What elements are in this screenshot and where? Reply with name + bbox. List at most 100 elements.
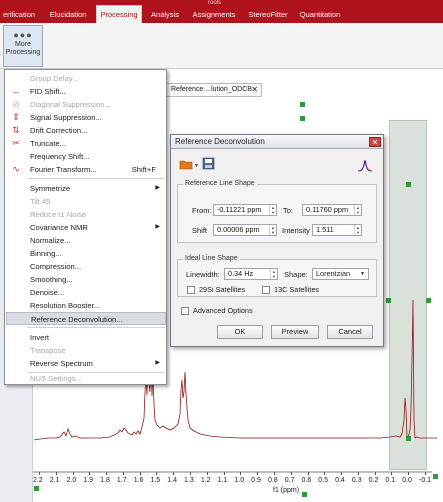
axis-handle-bottom[interactable] bbox=[302, 492, 307, 497]
band-handle-right[interactable] bbox=[426, 298, 431, 303]
truncate-icon: ✂ bbox=[12, 138, 20, 148]
menu-separator bbox=[27, 327, 165, 328]
menu-item-frequency-shift[interactable]: Frequency Shift... bbox=[6, 150, 166, 163]
menu-item-fourier-transform-label: Fourier Transform... bbox=[30, 165, 97, 174]
menu-item-resolution-booster[interactable]: Resolution Booster... bbox=[6, 299, 166, 312]
menu-item-denoise[interactable]: Denoise... bbox=[6, 286, 166, 299]
menu-item-reverse-spectrum-label: Reverse Spectrum bbox=[30, 359, 93, 368]
shift-spinner[interactable]: ▲ ▼ bbox=[269, 225, 276, 235]
x-axis-tick-label: 1.5 bbox=[150, 477, 161, 484]
x-axis-tick-mark bbox=[89, 472, 91, 475]
menu-item-fourier-transform[interactable]: ∿ Fourier Transform... Shift+F bbox=[6, 163, 166, 176]
save-icon[interactable] bbox=[202, 157, 215, 170]
shift-field[interactable]: 0.00006 ppm ▲ ▼ bbox=[213, 224, 277, 236]
linewidth-value: 0.34 Hz bbox=[228, 269, 254, 278]
fourier-transform-icon: ∿ bbox=[12, 164, 20, 174]
menu-item-binning[interactable]: Binning... bbox=[6, 247, 166, 260]
menu-item-nus-settings[interactable]: NUS Settings... bbox=[6, 372, 166, 385]
x-axis-tick-mark bbox=[341, 472, 343, 475]
axis-handle-right[interactable] bbox=[433, 474, 438, 479]
x-axis-tick-label: 0.1 bbox=[385, 477, 396, 484]
band-handle-left[interactable] bbox=[386, 298, 391, 303]
folder-dropdown-icon[interactable]: ▼ bbox=[194, 163, 199, 169]
menu-item-symmetrize[interactable]: Symmetrize ▶ bbox=[6, 182, 166, 195]
from-field[interactable]: -0.11221 ppm ▲ ▼ bbox=[213, 204, 277, 216]
band-handle-bottom[interactable] bbox=[406, 436, 411, 441]
menu-item-diagonal-suppression-label: Diagonal Suppression... bbox=[30, 100, 111, 109]
menu-item-covariance-nmr[interactable]: Covariance NMR ▶ bbox=[6, 221, 166, 234]
x-axis-tick-label: 0.8 bbox=[267, 477, 278, 484]
intensity-field[interactable]: 1.511 ▲ ▼ bbox=[312, 224, 362, 236]
x-axis-tick-mark bbox=[391, 472, 393, 475]
x-axis-tick-label: 2.1 bbox=[49, 477, 60, 484]
menu-item-drift-correction-label: Drift Correction... bbox=[30, 126, 88, 135]
c-satellites-label: 13C Satellites bbox=[274, 285, 320, 294]
ideal-group-label: Ideal Line Shape bbox=[183, 255, 240, 262]
menu-item-signal-suppression[interactable]: ⇕ Signal Suppression... bbox=[6, 111, 166, 124]
reference-deconvolution-dialog: Reference Deconvolution ✕ ▼ Reference Li… bbox=[170, 134, 384, 347]
x-axis-tick-mark bbox=[425, 472, 426, 475]
band-handle-mid[interactable] bbox=[406, 182, 411, 187]
resize-handle-top-2[interactable] bbox=[300, 116, 305, 121]
x-axis-tick-label: 0.7 bbox=[284, 477, 295, 484]
menu-item-drift-correction[interactable]: ⇅ Drift Correction... bbox=[6, 124, 166, 137]
menu-item-tilt-45[interactable]: Tilt 45 bbox=[6, 195, 166, 208]
cancel-button[interactable]: Cancel bbox=[327, 325, 373, 339]
menu-item-fid-shift[interactable]: ↔ FID Shift... bbox=[6, 85, 166, 98]
x-axis-tick-label: 1.0 bbox=[234, 477, 245, 484]
x-axis-tick-mark bbox=[307, 472, 309, 475]
from-spinner[interactable]: ▲ ▼ bbox=[269, 205, 276, 215]
menu-item-truncate-label: Truncate... bbox=[30, 139, 67, 148]
x-axis-tick-mark bbox=[39, 472, 40, 475]
c-satellites-checkbox[interactable] bbox=[262, 286, 270, 294]
x-axis-tick-label: 0.6 bbox=[301, 477, 312, 484]
menu-item-compression[interactable]: Compression... bbox=[6, 260, 166, 273]
to-spinner[interactable]: ▲ ▼ bbox=[354, 205, 361, 215]
lineshape-icon bbox=[357, 156, 373, 172]
resize-handle-top[interactable] bbox=[300, 102, 305, 107]
ideal-line-shape-group: Ideal Line Shape Linewidth: 0.34 Hz ▲ ▼ Sh… bbox=[177, 255, 377, 297]
shape-select[interactable]: Lorentzian ▼ bbox=[312, 268, 369, 280]
linewidth-spinner[interactable]: ▲ ▼ bbox=[270, 269, 277, 279]
to-field[interactable]: 0.11760 ppm ▲ ▼ bbox=[302, 204, 362, 216]
x-axis-tick-mark bbox=[408, 472, 410, 475]
menu-item-group-delay[interactable]: Group Delay... bbox=[6, 72, 166, 85]
x-axis-tick-mark bbox=[72, 472, 74, 475]
ok-button[interactable]: OK bbox=[217, 325, 263, 339]
x-axis-tick-mark bbox=[223, 472, 225, 475]
menu-item-smoothing[interactable]: Smoothing... bbox=[6, 273, 166, 286]
x-axis-tick-mark bbox=[206, 472, 208, 475]
x-axis-tick-label: 1.3 bbox=[184, 477, 194, 484]
linewidth-field[interactable]: 0.34 Hz ▲ ▼ bbox=[224, 268, 278, 280]
dialog-close-icon[interactable]: ✕ bbox=[369, 137, 381, 147]
x-axis-tick-label: 1.6 bbox=[133, 477, 144, 484]
x-axis-label: f1 (ppm) bbox=[273, 487, 300, 494]
menu-item-reference-deconvolution[interactable]: Reference Deconvolution... bbox=[6, 312, 166, 325]
linewidth-label: Linewidth: bbox=[186, 270, 220, 279]
x-axis-tick-mark bbox=[55, 472, 57, 475]
preview-button[interactable]: Preview bbox=[271, 325, 319, 339]
advanced-options-checkbox[interactable] bbox=[181, 307, 189, 315]
menu-item-normalize[interactable]: Normalize... bbox=[6, 234, 166, 247]
x-axis-tick-label: -0.1 bbox=[419, 477, 432, 484]
menu-item-transpose[interactable]: Transpose bbox=[6, 344, 166, 357]
x-axis-tick-label: 1.9 bbox=[83, 477, 94, 484]
to-label: To: bbox=[283, 206, 294, 215]
menu-item-diagonal-suppression[interactable]: ⊘ Diagonal Suppression... bbox=[6, 98, 166, 111]
x-axis-tick-label: 0.2 bbox=[368, 477, 379, 484]
axis-handle-left[interactable] bbox=[34, 486, 39, 491]
menu-item-reduce-t1-noise[interactable]: Reduce t1 Noise bbox=[6, 208, 166, 221]
chevron-down-icon: ▼ bbox=[360, 271, 365, 277]
menu-item-reverse-spectrum[interactable]: Reverse Spectrum ▶ bbox=[6, 357, 166, 370]
menu-item-truncate[interactable]: ✂ Truncate... bbox=[6, 137, 166, 150]
si-satellites-checkbox[interactable] bbox=[187, 286, 195, 294]
submenu-arrow-icon: ▶ bbox=[155, 224, 160, 230]
shape-value: Lorentzian bbox=[316, 269, 351, 278]
x-axis-tick-mark bbox=[357, 472, 359, 475]
intensity-spinner[interactable]: ▲ ▼ bbox=[354, 225, 361, 235]
open-folder-icon[interactable] bbox=[179, 158, 193, 170]
submenu-arrow-icon: ▶ bbox=[155, 185, 160, 191]
menu-separator bbox=[27, 178, 165, 179]
drift-correction-icon: ⇅ bbox=[12, 125, 20, 135]
menu-item-invert[interactable]: Invert bbox=[6, 331, 166, 344]
